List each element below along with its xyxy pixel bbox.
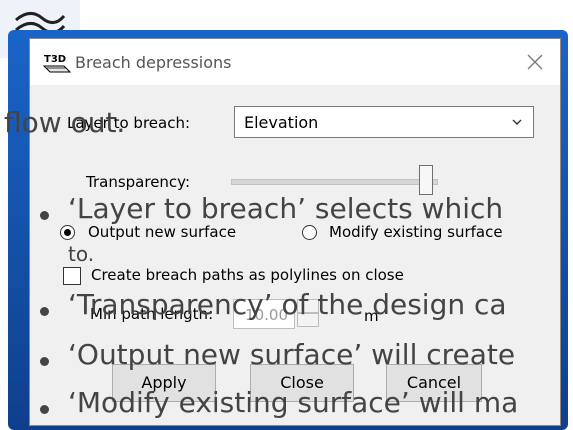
spin-up-button[interactable] xyxy=(297,299,319,313)
layer-to-breach-label: Layer to breach: xyxy=(67,114,191,132)
apply-button[interactable]: Apply xyxy=(112,364,216,402)
close-icon xyxy=(527,54,543,70)
dialog-titlebar: T3D Breach depressions xyxy=(30,39,560,85)
cancel-button[interactable]: Cancel xyxy=(386,364,482,402)
min-path-length-label: Min path length: xyxy=(90,305,214,323)
min-path-length-unit: m xyxy=(364,307,379,325)
output-new-surface-label: Output new surface xyxy=(88,223,237,241)
modify-existing-surface-radio[interactable] xyxy=(302,225,317,240)
svg-text:T3D: T3D xyxy=(44,54,66,65)
transparency-slider-thumb[interactable] xyxy=(418,165,433,195)
close-window-button[interactable] xyxy=(520,47,550,77)
transparency-label: Transparency: xyxy=(86,173,191,191)
min-path-length-spinner[interactable] xyxy=(297,299,321,329)
chevron-down-icon xyxy=(512,119,522,125)
t3d-app-icon: T3D xyxy=(42,54,72,73)
spin-down-button[interactable] xyxy=(297,313,319,327)
modify-existing-surface-label: Modify existing surface xyxy=(329,223,503,241)
output-new-surface-radio[interactable] xyxy=(60,225,75,240)
dialog-title: Breach depressions xyxy=(75,53,232,72)
layer-select[interactable]: Elevation xyxy=(234,106,534,138)
close-button[interactable]: Close xyxy=(250,364,354,402)
layer-select-value: Elevation xyxy=(244,113,319,132)
create-breach-paths-checkbox[interactable] xyxy=(63,267,81,285)
create-breach-paths-label: Create breach paths as polylines on clos… xyxy=(91,266,404,284)
breach-depressions-dialog: T3D Breach depressions Layer to breach: … xyxy=(29,38,561,426)
min-path-length-value: 10.00 xyxy=(245,306,288,324)
transparency-slider-track[interactable] xyxy=(231,179,438,185)
min-path-length-input[interactable]: 10.00 xyxy=(233,299,295,329)
